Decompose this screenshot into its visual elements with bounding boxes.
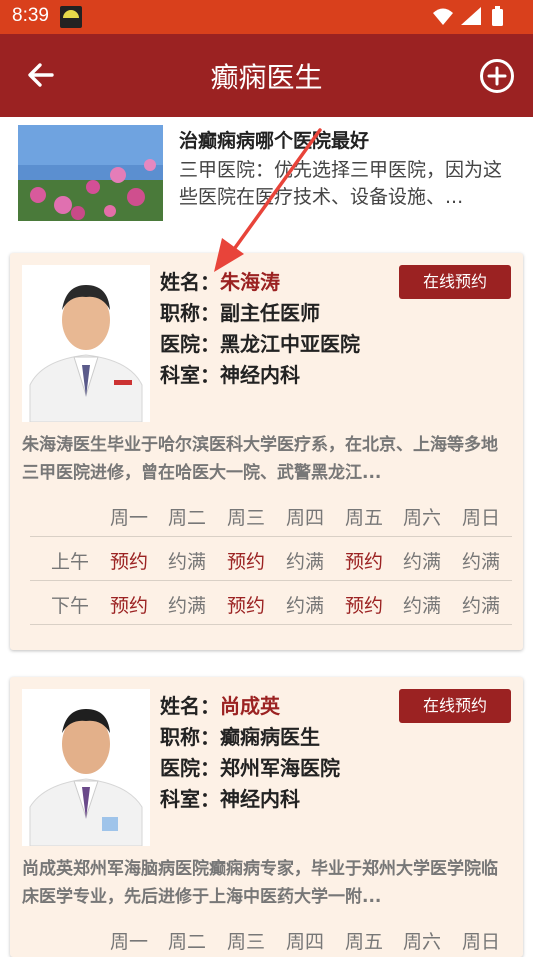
slot-book[interactable]: 预约 — [335, 547, 393, 574]
slot-full: 约满 — [167, 551, 206, 573]
day-header: 周五 — [344, 931, 383, 953]
hospital-label: 医院： — [160, 332, 220, 356]
day-header: 周六 — [402, 507, 441, 529]
day-header: 周二 — [167, 507, 206, 529]
am-label: 上午 — [50, 551, 89, 573]
page-title: 癫痫医生 — [210, 61, 323, 94]
day-header: 周一 — [109, 931, 148, 953]
schedule-table: 周一 周二 周三 周四 周五 周六 周日 上午 预约 约满 预约 约满 预约 约… — [30, 493, 512, 625]
doctor-card[interactable]: 姓名：尚成英 职称：癫痫病医生 医院：郑州军海医院 科室：神经内科 在线预约 尚… — [10, 677, 523, 957]
slot-full: 约满 — [402, 551, 441, 573]
doctor-photo — [22, 265, 150, 422]
day-header: 周日 — [461, 507, 500, 529]
signal-icon — [461, 7, 481, 25]
doctor-name: 尚成英 — [220, 694, 280, 718]
doctor-title: 癫痫病医生 — [220, 725, 320, 749]
slot-book[interactable]: 预约 — [217, 591, 275, 618]
slot-book[interactable]: 预约 — [217, 547, 275, 574]
slot-book[interactable]: 预约 — [100, 547, 158, 574]
online-booking-button[interactable]: 在线预约 — [399, 265, 511, 299]
article-thumbnail — [18, 125, 163, 221]
day-header: 周日 — [461, 931, 500, 953]
schedule-header-row: 周一 周二 周三 周四 周五 周六 周日 — [30, 493, 512, 537]
slot-full: 约满 — [167, 595, 206, 617]
slot-full: 约满 — [285, 551, 324, 573]
doctor-hospital: 黑龙江中亚医院 — [220, 332, 360, 356]
doctor-bio: 朱海涛医生毕业于哈尔滨医科大学医疗系，在北京、上海等多地三甲医院进修，曾在哈医大… — [22, 435, 498, 483]
doctor-dept: 神经内科 — [220, 787, 300, 811]
day-header: 周五 — [344, 507, 383, 529]
status-time: 8:39 — [12, 5, 49, 26]
doctor-dept: 神经内科 — [220, 363, 300, 387]
name-label: 姓名： — [160, 694, 220, 718]
doctor-hospital: 郑州军海医院 — [220, 756, 340, 780]
day-header: 周四 — [285, 507, 324, 529]
app-notification-icon — [60, 6, 82, 28]
slot-full: 约满 — [461, 551, 500, 573]
doctor-info: 姓名：尚成英 职称：癫痫病医生 医院：郑州军海医院 科室：神经内科 — [160, 691, 340, 815]
schedule-table: 周一 周二 周三 周四 周五 周六 周日 — [30, 917, 512, 957]
slot-full: 约满 — [285, 595, 324, 617]
pm-label: 下午 — [50, 595, 89, 617]
app-bar: 癫痫医生 — [0, 34, 533, 117]
slot-full: 约满 — [461, 595, 500, 617]
article-desc: 三甲医院：优先选择三甲医院，因为这些医院在医疗技术、设备设施、... — [179, 159, 503, 208]
slot-book[interactable]: 预约 — [100, 591, 158, 618]
online-booking-button[interactable]: 在线预约 — [399, 689, 511, 723]
doctor-info: 姓名：朱海涛 职称：副主任医师 医院：黑龙江中亚医院 科室：神经内科 — [160, 267, 360, 391]
add-circle-icon[interactable] — [479, 58, 515, 94]
day-header: 周二 — [167, 931, 206, 953]
slot-book[interactable]: 预约 — [335, 591, 393, 618]
schedule-pm-row: 下午 预约 约满 预约 约满 预约 约满 约满 — [30, 581, 512, 625]
wifi-icon — [433, 8, 453, 25]
title-label: 职称： — [160, 301, 220, 325]
status-bar: 8:39 — [0, 0, 533, 34]
article-item[interactable]: 治癫痫病哪个医院最好 三甲医院：优先选择三甲医院，因为这些医院在医疗技术、设备设… — [18, 125, 518, 223]
dept-label: 科室： — [160, 787, 220, 811]
doctor-name: 朱海涛 — [220, 270, 280, 294]
hospital-label: 医院： — [160, 756, 220, 780]
name-label: 姓名： — [160, 270, 220, 294]
status-icons — [433, 6, 503, 26]
day-header: 周三 — [226, 931, 265, 953]
day-header: 周四 — [285, 931, 324, 953]
slot-full: 约满 — [402, 595, 441, 617]
day-header: 周一 — [109, 507, 148, 529]
dept-label: 科室： — [160, 363, 220, 387]
doctor-photo — [22, 689, 150, 846]
day-header: 周六 — [402, 931, 441, 953]
doctor-title: 副主任医师 — [220, 301, 320, 325]
title-label: 职称： — [160, 725, 220, 749]
day-header: 周三 — [226, 507, 265, 529]
battery-icon — [492, 6, 503, 26]
schedule-am-row: 上午 预约 约满 预约 约满 预约 约满 约满 — [30, 537, 512, 581]
schedule-header-row: 周一 周二 周三 周四 周五 周六 周日 — [30, 917, 512, 957]
doctor-card[interactable]: 姓名：朱海涛 职称：副主任医师 医院：黑龙江中亚医院 科室：神经内科 在线预约 … — [10, 253, 523, 650]
article-title: 治癫痫病哪个医院最好 — [179, 130, 370, 152]
doctor-bio: 尚成英郑州军海脑病医院癫痫病专家，毕业于郑州大学医学院临床医学专业，先后进修于上… — [22, 859, 498, 907]
